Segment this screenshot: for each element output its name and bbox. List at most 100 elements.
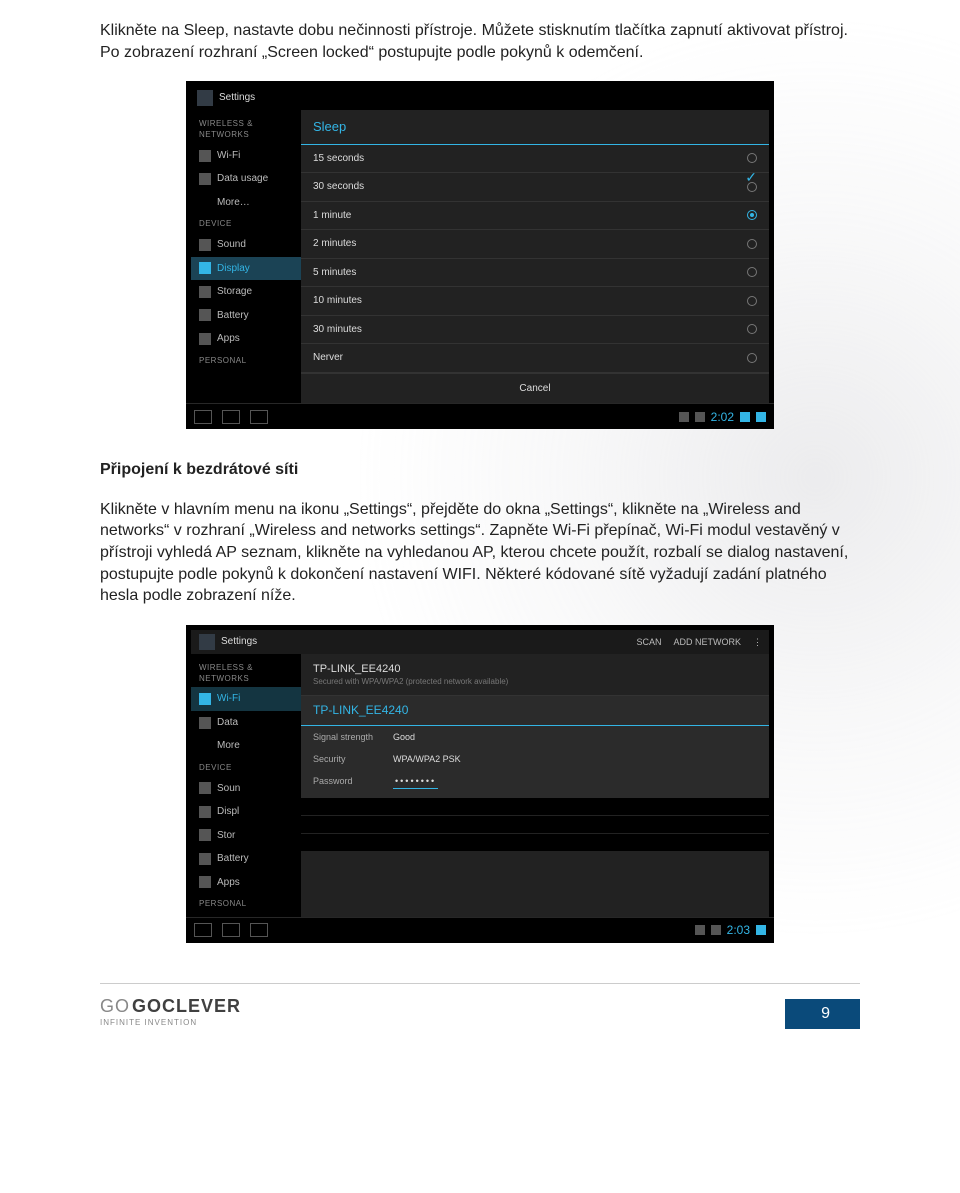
sd-icon bbox=[711, 925, 721, 935]
sidebar-item-data[interactable]: Data bbox=[191, 711, 301, 735]
sidebar-item-display[interactable]: Displ bbox=[191, 800, 301, 824]
nav-left bbox=[194, 923, 268, 937]
sidebar-item-more[interactable]: More… bbox=[191, 191, 301, 215]
password-input[interactable]: •••••••• bbox=[393, 775, 438, 789]
option-label: 2 minutes bbox=[313, 237, 356, 251]
field-value: WPA/WPA2 PSK bbox=[393, 753, 461, 765]
back-icon[interactable] bbox=[194, 923, 212, 937]
radio-icon bbox=[747, 296, 757, 306]
sleep-option[interactable]: 30 minutes bbox=[301, 316, 769, 345]
battery-icon bbox=[199, 853, 211, 865]
sidebar-item-label: Wi-Fi bbox=[217, 692, 240, 706]
sleep-option[interactable]: 2 minutes bbox=[301, 230, 769, 259]
sleep-option[interactable]: 5 minutes bbox=[301, 259, 769, 288]
home-icon[interactable] bbox=[222, 923, 240, 937]
sidebar-item-more[interactable]: More bbox=[191, 734, 301, 758]
sidebar-item-label: Battery bbox=[217, 309, 249, 323]
sidebar-item-label: More… bbox=[217, 196, 250, 210]
sidebar-item-storage[interactable]: Storage bbox=[191, 280, 301, 304]
brand: GO GOCLEVER INFINITE INVENTION bbox=[100, 994, 241, 1029]
sleep-option[interactable]: 15 seconds bbox=[301, 145, 769, 174]
settings-header: Settings bbox=[191, 86, 769, 110]
page: Klikněte na Sleep, nastavte dobu nečinno… bbox=[0, 0, 960, 1059]
sidebar-item-battery[interactable]: Battery bbox=[191, 304, 301, 328]
battery-icon bbox=[199, 309, 211, 321]
page-footer: GO GOCLEVER INFINITE INVENTION 9 bbox=[100, 983, 860, 1029]
battery-status-icon bbox=[756, 412, 766, 422]
apps-icon bbox=[199, 333, 211, 345]
recents-icon[interactable] bbox=[250, 410, 268, 424]
settings-title: Settings bbox=[219, 91, 255, 105]
sidebar-item-battery[interactable]: Battery bbox=[191, 847, 301, 871]
overflow-icon[interactable]: ⋮ bbox=[753, 636, 761, 648]
radio-icon bbox=[747, 267, 757, 277]
brand-sub: INFINITE INVENTION bbox=[100, 1018, 241, 1029]
home-icon[interactable] bbox=[222, 410, 240, 424]
row-password: Password•••••••• bbox=[301, 770, 769, 794]
network-subtitle: Secured with WPA/WPA2 (protected network… bbox=[313, 677, 757, 688]
row-security: SecurityWPA/WPA2 PSK bbox=[301, 748, 769, 770]
network-item[interactable]: TP-LINK_EE4240 Secured with WPA/WPA2 (pr… bbox=[301, 654, 769, 697]
sidebar-section-device: DEVICE bbox=[191, 758, 301, 777]
field-label: Security bbox=[313, 753, 393, 765]
sidebar-section-wireless: WIRELESS & NETWORKS bbox=[191, 114, 301, 144]
sidebar-section-wireless: WIRELESS & NETWORKS bbox=[191, 658, 301, 688]
back-icon[interactable] bbox=[194, 410, 212, 424]
sleep-option[interactable]: 1 minute bbox=[301, 202, 769, 231]
radio-icon bbox=[747, 353, 757, 363]
sidebar-item-apps[interactable]: Apps bbox=[191, 327, 301, 351]
wifi-icon bbox=[199, 693, 211, 705]
row-signal: Signal strengthGood bbox=[301, 726, 769, 748]
clock: 2:02 bbox=[711, 409, 734, 425]
sidebar-item-label: Stor bbox=[217, 829, 235, 843]
intro-paragraph: Klikněte na Sleep, nastavte dobu nečinno… bbox=[100, 20, 860, 63]
sidebar-item-label: Sound bbox=[217, 238, 246, 252]
field-label: Signal strength bbox=[313, 731, 393, 743]
sidebar-item-wifi[interactable]: Wi-Fi bbox=[191, 144, 301, 168]
sleep-option[interactable]: Nerver bbox=[301, 344, 769, 373]
sidebar-item-storage[interactable]: Stor bbox=[191, 824, 301, 848]
main-panel: TP-LINK_EE4240 Secured with WPA/WPA2 (pr… bbox=[301, 654, 769, 917]
sidebar-item-sound[interactable]: Soun bbox=[191, 777, 301, 801]
sidebar-item-label: Wi-Fi bbox=[217, 149, 240, 163]
storage-icon bbox=[199, 286, 211, 298]
sidebar-item-label: Battery bbox=[217, 852, 249, 866]
nav-left bbox=[194, 410, 268, 424]
divider-row bbox=[301, 798, 769, 816]
sidebar-item-data-usage[interactable]: Data usage bbox=[191, 167, 301, 191]
add-network-button[interactable]: ADD NETWORK bbox=[674, 636, 742, 648]
option-label: 1 minute bbox=[313, 209, 351, 223]
scan-button[interactable]: SCAN bbox=[636, 636, 661, 648]
option-label: 10 minutes bbox=[313, 294, 362, 308]
brand-prefix: GO bbox=[100, 994, 130, 1018]
sidebar-item-label: Apps bbox=[217, 332, 240, 346]
system-navbar: 2:03 bbox=[186, 917, 774, 943]
sidebar-section-personal: PERSONAL bbox=[191, 351, 301, 370]
system-navbar: 2:02 bbox=[186, 403, 774, 429]
sleep-option[interactable]: 30 seconds bbox=[301, 173, 769, 202]
sidebar-item-label: More bbox=[217, 739, 240, 753]
screenshot-sleep-dialog: Settings WIRELESS & NETWORKS Wi-Fi Data … bbox=[186, 81, 774, 429]
divider-row bbox=[301, 816, 769, 834]
sidebar-item-label: Data usage bbox=[217, 172, 268, 186]
sleep-option[interactable]: 10 minutes bbox=[301, 287, 769, 316]
section-heading: Připojení k bezdrátové síti bbox=[100, 459, 860, 481]
sidebar-item-sound[interactable]: Sound bbox=[191, 233, 301, 257]
main-panel: ✓ Sleep 15 seconds 30 seconds 1 minute 2… bbox=[301, 110, 769, 403]
sidebar-item-label: Storage bbox=[217, 285, 252, 299]
sidebar-section-personal: PERSONAL bbox=[191, 894, 301, 913]
cancel-button[interactable]: Cancel bbox=[301, 373, 769, 404]
recents-icon[interactable] bbox=[250, 923, 268, 937]
dialog-title: Sleep bbox=[301, 110, 769, 145]
clock: 2:03 bbox=[727, 922, 750, 938]
section-text: Klikněte v hlavním menu na ikonu „Settin… bbox=[100, 499, 860, 607]
nav-right: 2:03 bbox=[695, 922, 766, 938]
option-label: 30 minutes bbox=[313, 323, 362, 337]
settings-header: Settings SCAN ADD NETWORK ⋮ bbox=[191, 630, 769, 654]
option-label: 15 seconds bbox=[313, 152, 364, 166]
sidebar-item-wifi[interactable]: Wi-Fi bbox=[191, 687, 301, 711]
sidebar-item-display[interactable]: Display bbox=[191, 257, 301, 281]
radio-selected-icon bbox=[747, 210, 757, 220]
storage-icon bbox=[199, 829, 211, 841]
sidebar-item-apps[interactable]: Apps bbox=[191, 871, 301, 895]
